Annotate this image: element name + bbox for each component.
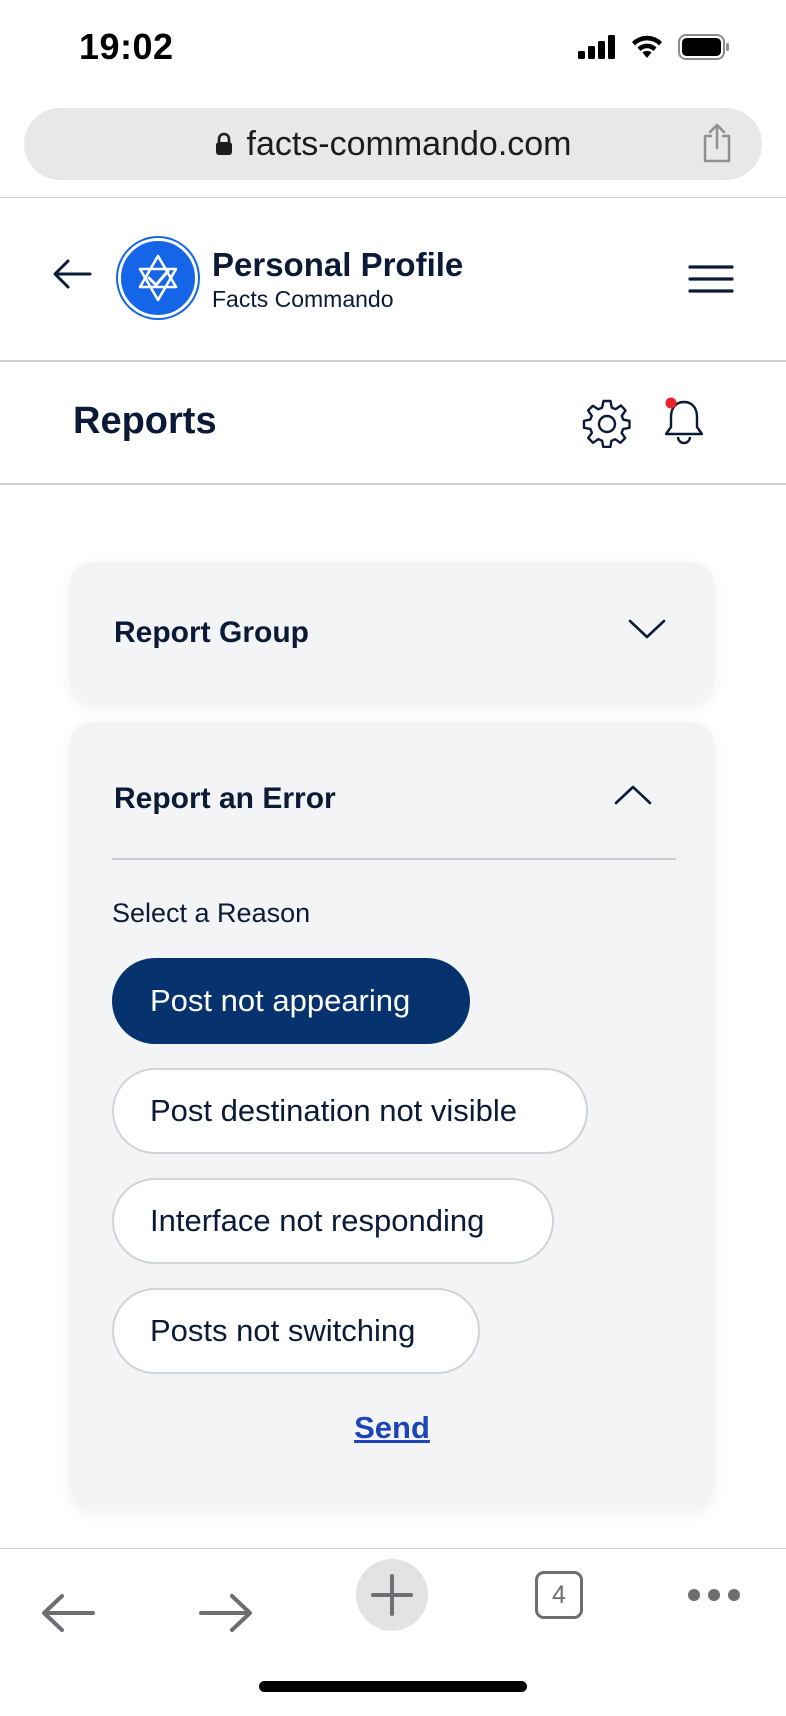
hamburger-menu-icon[interactable] bbox=[688, 264, 734, 294]
reason-option-post-destination-not-visible[interactable]: Post destination not visible bbox=[112, 1068, 588, 1154]
back-arrow-icon[interactable] bbox=[52, 258, 92, 290]
new-tab-button[interactable] bbox=[356, 1559, 428, 1631]
report-group-card[interactable]: Report Group bbox=[70, 562, 714, 704]
url-address[interactable]: facts-commando.com bbox=[24, 108, 762, 180]
star-check-logo-icon bbox=[138, 254, 178, 302]
wifi-icon bbox=[632, 35, 662, 58]
status-icons bbox=[578, 34, 730, 60]
arrow-left-icon[interactable] bbox=[40, 1593, 96, 1633]
lock-icon bbox=[215, 132, 232, 155]
arrow-right-icon[interactable] bbox=[198, 1593, 254, 1633]
browser-toolbar: 4 bbox=[0, 1549, 786, 1716]
card-divider bbox=[112, 858, 676, 860]
brand-title: Personal Profile bbox=[212, 246, 464, 283]
reason-label: Select a Reason bbox=[112, 898, 311, 928]
status-time: 19:02 bbox=[79, 26, 174, 67]
tab-count: 4 bbox=[552, 1580, 566, 1609]
site-header: Personal Profile Facts Commando bbox=[0, 198, 786, 360]
status-bar: 19:02 bbox=[0, 0, 786, 100]
signal-icon bbox=[578, 35, 615, 59]
notification-dot bbox=[665, 397, 677, 409]
bell-icon[interactable] bbox=[661, 396, 707, 448]
brand-subtitle: Facts Commando bbox=[212, 286, 394, 312]
chevron-down-icon[interactable] bbox=[628, 618, 666, 640]
page-title: Reports bbox=[73, 400, 217, 442]
site-logo[interactable] bbox=[118, 238, 198, 318]
reason-option-post-not-appearing[interactable]: Post not appearing bbox=[112, 958, 470, 1044]
send-button[interactable]: Send bbox=[70, 1410, 714, 1446]
plus-icon bbox=[371, 1574, 413, 1616]
more-icon[interactable] bbox=[686, 1587, 742, 1603]
title-divider bbox=[0, 483, 786, 485]
chevron-up-icon[interactable] bbox=[614, 784, 652, 806]
url-text: facts-commando.com bbox=[246, 124, 572, 163]
report-error-title[interactable]: Report an Error bbox=[114, 782, 336, 816]
gear-icon[interactable] bbox=[582, 398, 632, 448]
reason-option-posts-not-switching[interactable]: Posts not switching bbox=[112, 1288, 480, 1374]
url-bar[interactable]: facts-commando.com bbox=[24, 108, 762, 180]
report-error-card: Report an Error Select a Reason Post not… bbox=[70, 722, 714, 1510]
home-indicator bbox=[259, 1681, 527, 1692]
share-icon[interactable] bbox=[702, 122, 732, 164]
reason-option-interface-not-responding[interactable]: Interface not responding bbox=[112, 1178, 554, 1264]
tabs-button[interactable]: 4 bbox=[535, 1571, 583, 1619]
app-root: 19:02 facts-commando.com Personal Profil… bbox=[0, 0, 786, 1716]
page-title-row: Reports bbox=[0, 362, 786, 484]
battery-icon bbox=[678, 34, 729, 60]
report-group-title: Report Group bbox=[114, 616, 309, 649]
